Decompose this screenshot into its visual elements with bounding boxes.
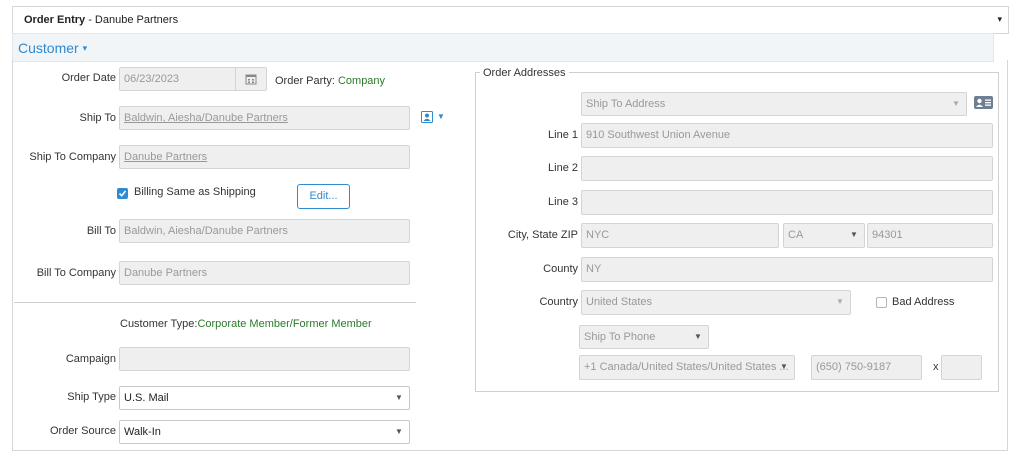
line2-label: Line 2 [548,162,578,174]
order-entry-header[interactable]: Order Entry - Danube Partners ▾ [12,6,1009,34]
bill-to-company-label: Bill To Company [36,267,116,279]
header-title: Order Entry - Danube Partners [24,14,179,26]
billing-same-label: Billing Same as Shipping [134,186,256,198]
chevron-down-icon[interactable]: ▼ [946,93,966,115]
country-label: Country [539,296,578,308]
order-source-select[interactable]: Walk-In ▼ [119,420,410,444]
campaign-label: Campaign [65,353,116,365]
ship-to-company-label: Ship To Company [29,151,116,163]
chevron-down-icon[interactable]: ▼ [389,421,409,443]
bill-to-input[interactable]: Baldwin, Aiesha/Danube Partners [119,219,410,243]
divider [14,302,416,303]
ship-to-address-select[interactable]: Ship To Address ▼ [581,92,967,116]
edit-button[interactable]: Edit... [297,184,350,209]
bad-address-checkbox[interactable] [876,297,887,308]
line3-label: Line 3 [548,196,578,208]
extension-input[interactable] [941,355,982,380]
extension-label: x [933,361,939,373]
county-input[interactable]: NY [581,257,993,282]
county-label: County [543,263,578,275]
order-party-value: Company [337,75,386,87]
panel-border-bottom [12,450,1008,451]
panel-border-left [12,60,13,450]
ship-type-select[interactable]: U.S. Mail ▼ [119,386,410,410]
contact-card-icon[interactable] [421,111,433,126]
order-source-label: Order Source [49,425,116,437]
zip-input[interactable]: 94301 [867,223,993,248]
chevron-down-icon[interactable]: ▼ [830,291,850,314]
bad-address-label: Bad Address [892,296,955,308]
ship-type-label: Ship Type [67,391,116,403]
panel-border-right [1007,60,1008,450]
address-card-icon[interactable] [974,96,993,112]
city-state-zip-label: City, State ZIP [507,229,578,241]
line1-label: Line 1 [548,129,578,141]
chevron-down-icon[interactable]: ▼ [774,356,794,379]
country-select[interactable]: United States ▼ [581,290,851,315]
state-select[interactable]: CA ▼ [783,223,865,248]
bill-to-label: Bill To [86,225,116,237]
order-addresses-legend: Order Addresses [480,67,569,79]
section-caret-icon: ▾ [82,43,88,53]
order-date-input[interactable]: 06/23/2023 [119,67,267,91]
city-input[interactable]: NYC [581,223,779,248]
campaign-input[interactable] [119,347,410,371]
ship-to-label: Ship To [79,112,117,124]
phone-country-select[interactable]: +1 Canada/United States/United States ..… [579,355,795,380]
ship-to-menu-caret-icon[interactable]: ▼ [437,112,445,121]
line3-input[interactable] [581,190,993,215]
calendar-icon[interactable] [235,68,266,90]
customer-type-value: Corporate Member/Former Member [197,318,372,330]
chevron-down-icon[interactable]: ▼ [844,224,864,247]
order-party: Order Party: Company [275,75,386,87]
customer-type: Customer Type:Corporate Member/Former Me… [120,318,372,330]
billing-same-checkbox[interactable] [117,188,128,199]
customer-section-title[interactable]: Customer ▾ [18,40,87,56]
phone-type-select[interactable]: Ship To Phone ▼ [579,325,709,349]
customer-section-bar[interactable]: Customer ▾ [12,33,994,62]
line2-input[interactable] [581,156,993,181]
ship-to-input[interactable]: Baldwin, Aiesha/Danube Partners [119,106,410,130]
ship-to-company-input[interactable]: Danube Partners [119,145,410,169]
collapse-caret-icon[interactable]: ▾ [997,14,1002,25]
bill-to-company-input[interactable]: Danube Partners [119,261,410,285]
chevron-down-icon[interactable]: ▼ [389,387,409,409]
order-date-label: Order Date [61,72,116,84]
phone-number-input[interactable]: (650) 750-9187 [811,355,922,380]
chevron-down-icon[interactable]: ▼ [688,326,708,348]
line1-input[interactable]: 910 Southwest Union Avenue [581,123,993,148]
